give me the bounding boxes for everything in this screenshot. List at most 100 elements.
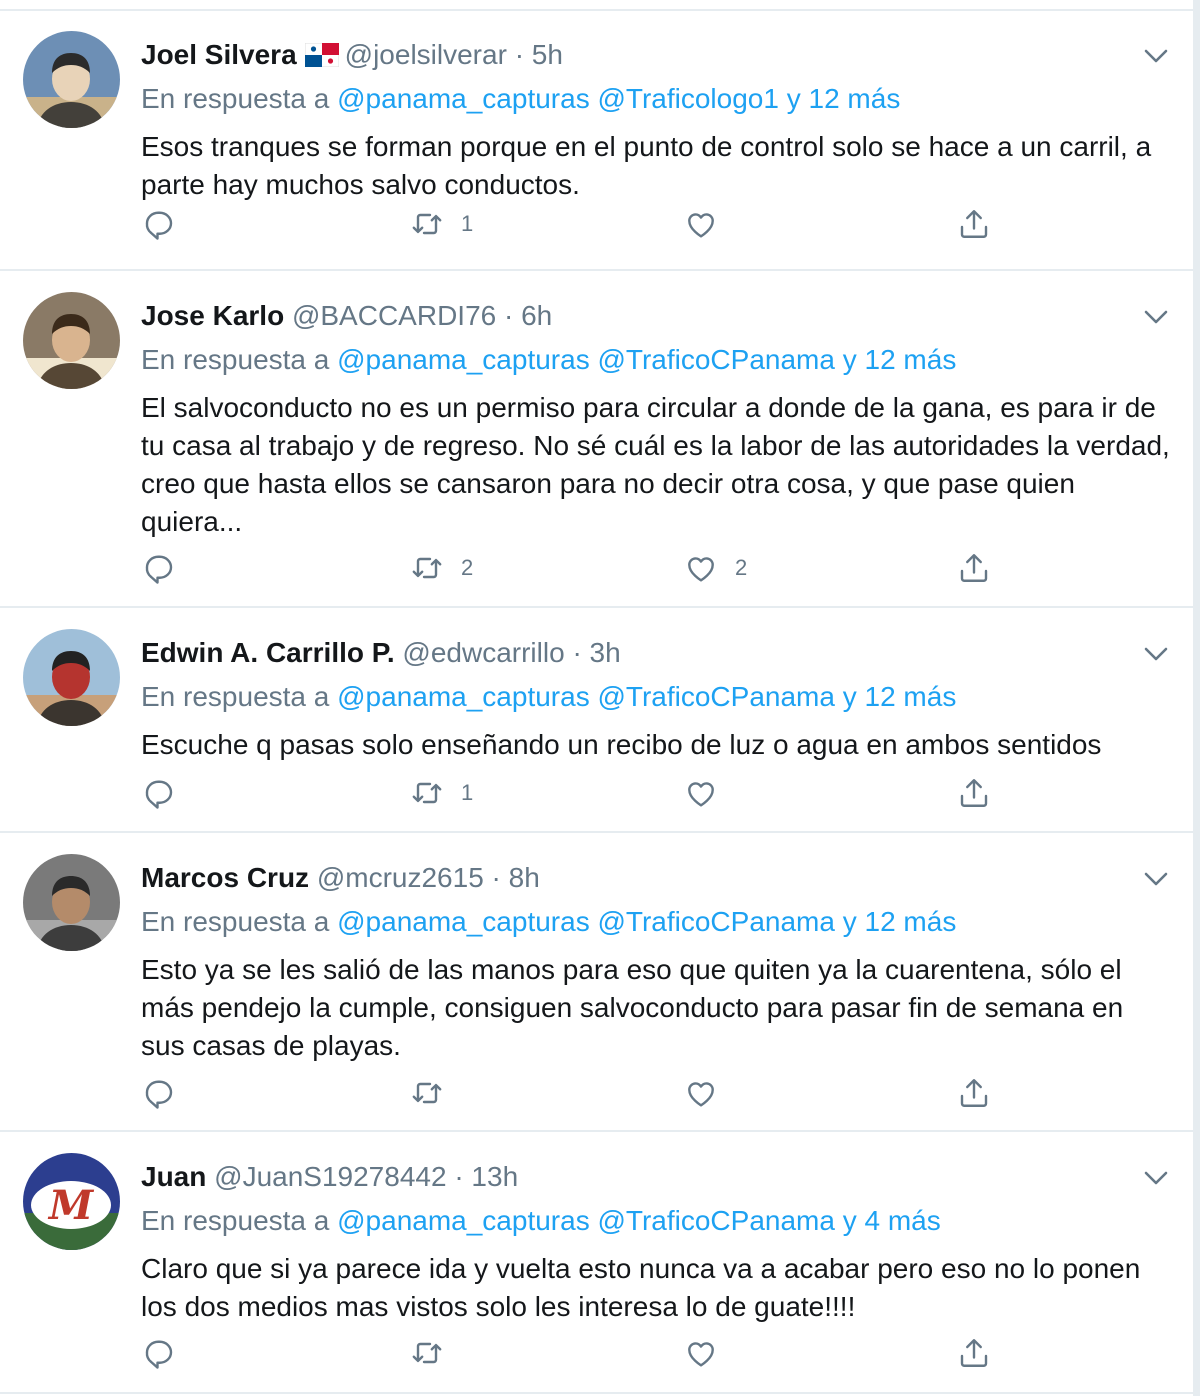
retweet-count: 2 [461,555,474,580]
more-options-button[interactable] [1141,45,1171,67]
retweet-button[interactable] [409,1333,461,1373]
tweet-header: Marcos Cruz @mcruz2615 · 8h [141,860,540,896]
display-name[interactable]: Edwin A. Carrillo P. [141,637,395,668]
timestamp[interactable]: · 6h [504,300,552,331]
share-button[interactable] [956,1333,992,1373]
chevron-down-icon [1144,1171,1168,1185]
tweet[interactable]: Edwin A. Carrillo P. @edwcarrillo · 3h En… [0,609,1193,833]
avatar[interactable] [23,292,120,389]
retweet-icon [412,1082,442,1104]
reply-timeline: Joel Silvera @joelsilverar · 5h En respues… [0,0,1194,1396]
share-icon [960,1339,988,1367]
share-button[interactable] [956,773,992,813]
reply-icon [145,1080,173,1109]
like-button[interactable]: 2 [683,548,747,588]
avatar-image [23,854,120,951]
username[interactable]: @joelsilverar [345,39,507,70]
timestamp[interactable]: · 13h [454,1161,518,1192]
share-button[interactable] [956,204,992,244]
tweet-actions [141,1333,1001,1373]
reply-icon [145,211,173,240]
display-name[interactable]: Marcos Cruz [141,862,309,893]
reply-mentions-link[interactable]: @panama_capturas @TraficoCPanama y 12 má… [337,906,956,937]
like-button[interactable] [683,773,735,813]
share-button[interactable] [956,1073,992,1113]
reply-button[interactable] [141,1073,177,1113]
avatar-image [23,292,120,389]
tweet-actions: 1 [141,204,1001,244]
avatar-image: M [23,1153,120,1250]
retweet-icon [412,782,442,804]
tweet[interactable]: Joel Silvera @joelsilverar · 5h En respues… [0,11,1193,271]
chevron-down-icon [1144,49,1168,63]
heart-icon [688,557,714,582]
reply-icon [145,780,173,809]
share-icon [960,554,988,582]
tweet[interactable]: M Juan @JuanS19278442 · 13h En respuesta a… [0,1133,1193,1394]
retweet-icon [412,1342,442,1364]
tweet-actions: 1 [141,773,1001,813]
retweet-button[interactable]: 1 [409,773,473,813]
tweet[interactable]: Jose Karlo @BACCARDI76 · 6h En respuesta … [0,272,1193,608]
reply-context: En respuesta a @panama_capturas @Trafico… [141,81,900,117]
reply-icon [145,1340,173,1369]
chevron-down-icon [1144,310,1168,324]
timestamp[interactable]: · 5h [515,39,563,70]
more-options-button[interactable] [1141,306,1171,328]
svg-text:M: M [47,1182,95,1229]
reply-context: En respuesta a @panama_capturas @Trafico… [141,342,956,378]
display-name[interactable]: Juan [141,1161,206,1192]
reply-button[interactable] [141,1333,177,1373]
like-button[interactable] [683,1073,735,1113]
retweet-count: 1 [461,780,474,805]
retweet-count: 1 [461,211,474,236]
reply-context: En respuesta a @panama_capturas @Trafico… [141,679,956,715]
retweet-button[interactable]: 2 [409,548,473,588]
tweet-text: Esto ya se les salió de las manos para e… [141,954,1124,1061]
reply-prefix: En respuesta a [141,1205,330,1236]
username[interactable]: @JuanS19278442 [214,1161,446,1192]
like-button[interactable] [683,1333,735,1373]
avatar[interactable] [23,854,120,951]
like-button[interactable] [683,204,735,244]
username[interactable]: @mcruz2615 [317,862,484,893]
tweet-text: Escuche q pasas solo enseñando un recibo… [141,729,1102,760]
reply-button[interactable] [141,548,177,588]
timestamp[interactable]: · 8h [492,862,540,893]
chevron-down-icon [1144,647,1168,661]
retweet-icon [412,557,442,579]
reply-mentions-link[interactable]: @panama_capturas @TraficoCPanama y 12 má… [337,344,956,375]
more-options-button[interactable] [1141,1167,1171,1189]
share-icon [960,779,988,807]
tweet-header: Jose Karlo @BACCARDI76 · 6h [141,298,552,334]
retweet-button[interactable]: 1 [409,204,473,244]
heart-icon [688,782,714,807]
avatar-image [23,629,120,726]
retweet-button[interactable] [409,1073,461,1113]
display-name[interactable]: Jose Karlo [141,300,284,331]
heart-icon [688,213,714,238]
reply-button[interactable] [141,204,177,244]
avatar[interactable]: M [23,1153,120,1250]
tweet-actions [141,1073,1001,1113]
reply-prefix: En respuesta a [141,906,330,937]
more-options-button[interactable] [1141,643,1171,665]
reply-mentions-link[interactable]: @panama_capturas @TraficoCPanama y 4 más [337,1205,941,1236]
more-options-button[interactable] [1141,868,1171,890]
tweet-header: Juan @JuanS19278442 · 13h [141,1159,518,1195]
reply-button[interactable] [141,773,177,813]
avatar-image [23,31,120,128]
timestamp[interactable]: · 3h [572,637,620,668]
reply-prefix: En respuesta a [141,83,330,114]
share-button[interactable] [956,548,992,588]
share-icon [960,1079,988,1107]
heart-icon [688,1082,714,1107]
avatar[interactable] [23,629,120,726]
display-name[interactable]: Joel Silvera [141,39,297,70]
username[interactable]: @edwcarrillo [402,637,564,668]
reply-mentions-link[interactable]: @panama_capturas @TraficoCPanama y 12 má… [337,681,956,712]
reply-mentions-link[interactable]: @panama_capturas @Traficologo1 y 12 más [337,83,900,114]
tweet[interactable]: Marcos Cruz @mcruz2615 · 8h En respuesta … [0,834,1193,1132]
username[interactable]: @BACCARDI76 [292,300,496,331]
avatar[interactable] [23,31,120,128]
